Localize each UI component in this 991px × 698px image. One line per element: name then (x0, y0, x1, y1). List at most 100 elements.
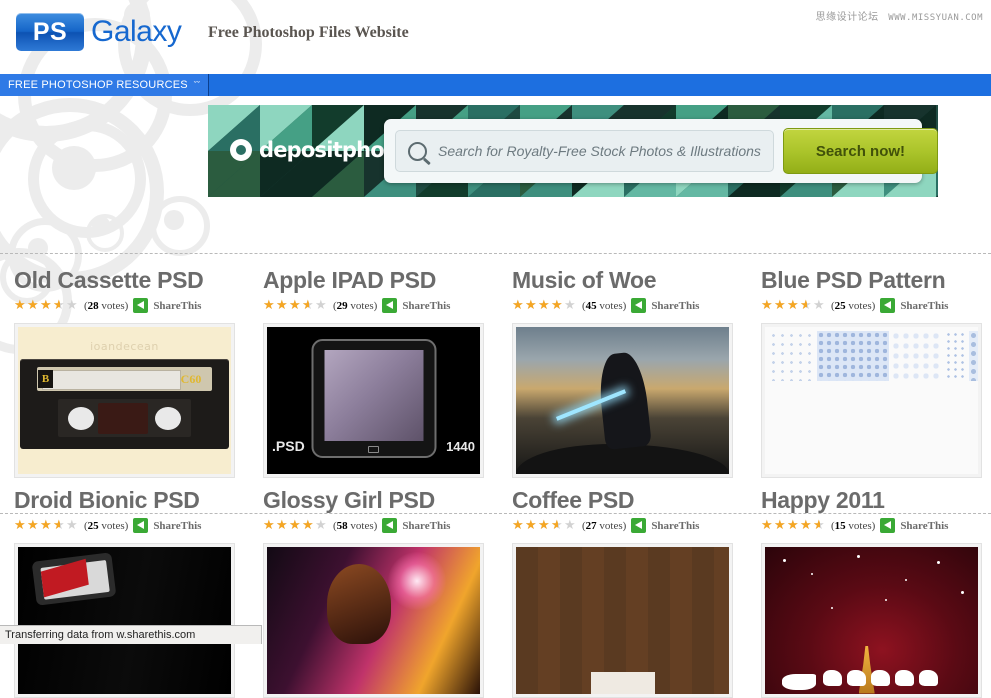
star-icon[interactable]: ★★ (276, 299, 289, 312)
star-icon[interactable]: ★★ (53, 299, 66, 312)
sharethis-icon[interactable] (631, 518, 647, 533)
star-icon[interactable]: ★★ (302, 519, 315, 532)
star-icon[interactable]: ★★ (53, 519, 66, 532)
card-thumbnail[interactable]: .PSD 1440 (263, 322, 484, 478)
star-rating[interactable]: ★★★★★★★★★★ (14, 519, 79, 532)
star-rating[interactable]: ★★★★★★★★★★ (263, 299, 328, 312)
card-title-link[interactable]: Coffee PSD (512, 487, 733, 514)
banner-search-field[interactable]: Search for Royalty-Free Stock Photos & I… (395, 130, 774, 172)
sharethis-label[interactable]: ShareThis (900, 520, 948, 532)
card-thumbnail[interactable] (14, 542, 235, 698)
card-thumbnail[interactable] (761, 322, 982, 478)
star-icon[interactable]: ★★ (800, 519, 813, 532)
star-icon[interactable]: ★★ (813, 519, 826, 532)
star-icon[interactable]: ★★ (66, 299, 79, 312)
pattern-swatch (817, 330, 889, 381)
star-icon[interactable]: ★★ (761, 519, 774, 532)
sharethis-label[interactable]: ShareThis (900, 300, 948, 312)
star-icon[interactable]: ★★ (512, 299, 525, 312)
sharethis-icon[interactable] (382, 518, 398, 533)
card-thumbnail[interactable]: ioandecean B C60 (14, 322, 235, 478)
nav-item-label: FREE PHOTOSHOP RESOURCES (8, 79, 188, 91)
star-rating[interactable]: ★★★★★★★★★★ (761, 299, 826, 312)
star-icon[interactable]: ★★ (551, 299, 564, 312)
star-icon[interactable]: ★★ (761, 299, 774, 312)
star-rating[interactable]: ★★★★★★★★★★ (263, 519, 328, 532)
star-icon[interactable]: ★★ (525, 519, 538, 532)
happy-reindeer (823, 669, 842, 686)
pattern-swatch (769, 330, 813, 381)
sharethis-label[interactable]: ShareThis (153, 520, 201, 532)
star-icon[interactable]: ★★ (512, 519, 525, 532)
star-icon[interactable]: ★★ (787, 299, 800, 312)
star-icon[interactable]: ★★ (538, 299, 551, 312)
card-title-link[interactable]: Blue PSD Pattern (761, 267, 982, 294)
sharethis-icon[interactable] (880, 518, 896, 533)
star-icon[interactable]: ★★ (14, 519, 27, 532)
nav-item-free-photoshop-resources[interactable]: FREE PHOTOSHOP RESOURCES ˇˇ (0, 74, 210, 96)
star-icon[interactable]: ★★ (276, 519, 289, 532)
star-rating[interactable]: ★★★★★★★★★★ (512, 519, 577, 532)
depositphotos-banner-ad[interactable]: depositphotos Search for Royalty-Free St… (208, 105, 938, 197)
star-icon[interactable]: ★★ (564, 299, 577, 312)
card-title-link[interactable]: Happy 2011 (761, 487, 982, 514)
star-icon[interactable]: ★★ (774, 519, 787, 532)
sharethis-icon[interactable] (382, 298, 398, 314)
star-icon[interactable]: ★★ (315, 519, 328, 532)
sharethis-label[interactable]: ShareThis (402, 520, 450, 532)
sharethis-icon[interactable] (133, 298, 149, 314)
sharethis-icon[interactable] (880, 298, 896, 314)
sharethis-label[interactable]: ShareThis (651, 300, 699, 312)
star-icon[interactable]: ★★ (263, 519, 276, 532)
star-icon[interactable]: ★★ (40, 299, 53, 312)
star-icon[interactable]: ★★ (302, 299, 315, 312)
sharethis-label[interactable]: ShareThis (651, 520, 699, 532)
star-icon[interactable]: ★★ (538, 519, 551, 532)
vote-count: (45 votes) (582, 299, 627, 312)
search-now-button[interactable]: Search now! (782, 128, 938, 174)
site-logo[interactable]: PS Galaxy (16, 13, 182, 51)
card-meta-row: ★★★★★★★★★★(25 votes)ShareThis (14, 517, 235, 535)
card-title-link[interactable]: Glossy Girl PSD (263, 487, 484, 514)
card-title-link[interactable]: Music of Woe (512, 267, 733, 294)
thumbnail-artwork-cassette: ioandecean B C60 (18, 326, 231, 474)
file-card: Old Cassette PSD★★★★★★★★★★(28 votes)Shar… (0, 258, 249, 478)
star-icon[interactable]: ★★ (27, 299, 40, 312)
star-icon[interactable]: ★★ (14, 299, 27, 312)
star-icon[interactable]: ★★ (40, 519, 53, 532)
star-icon[interactable]: ★★ (263, 299, 276, 312)
card-thumbnail[interactable] (761, 542, 982, 698)
star-icon[interactable]: ★★ (774, 299, 787, 312)
star-rating[interactable]: ★★★★★★★★★★ (512, 299, 577, 312)
star-rating[interactable]: ★★★★★★★★★★ (761, 519, 826, 532)
thumbnail-artwork-glossy (267, 546, 480, 694)
star-icon[interactable]: ★★ (315, 299, 328, 312)
sharethis-icon[interactable] (631, 298, 647, 314)
star-rating[interactable]: ★★★★★★★★★★ (14, 299, 79, 312)
star-icon[interactable]: ★★ (289, 519, 302, 532)
star-icon[interactable]: ★★ (800, 299, 813, 312)
file-card: Music of Woe★★★★★★★★★★(45 votes)ShareThi… (498, 258, 747, 478)
card-thumbnail[interactable] (512, 322, 733, 478)
card-title-link[interactable]: Apple IPAD PSD (263, 267, 484, 294)
happy-reindeer (919, 669, 938, 686)
star-icon[interactable]: ★★ (813, 299, 826, 312)
cassette-reel (155, 406, 181, 430)
star-icon[interactable]: ★★ (525, 299, 538, 312)
star-icon[interactable]: ★★ (27, 519, 40, 532)
happy-reindeer (895, 669, 914, 686)
cassette-body: B C60 (20, 358, 229, 449)
card-title-link[interactable]: Old Cassette PSD (14, 267, 235, 294)
star-icon[interactable]: ★★ (564, 519, 577, 532)
sharethis-label[interactable]: ShareThis (402, 300, 450, 312)
star-icon[interactable]: ★★ (66, 519, 79, 532)
droid-phone (31, 551, 117, 606)
sharethis-label[interactable]: ShareThis (153, 300, 201, 312)
card-title-link[interactable]: Droid Bionic PSD (14, 487, 235, 514)
card-thumbnail[interactable] (512, 542, 733, 698)
star-icon[interactable]: ★★ (551, 519, 564, 532)
star-icon[interactable]: ★★ (787, 519, 800, 532)
card-thumbnail[interactable] (263, 542, 484, 698)
star-icon[interactable]: ★★ (289, 299, 302, 312)
sharethis-icon[interactable] (133, 518, 149, 533)
